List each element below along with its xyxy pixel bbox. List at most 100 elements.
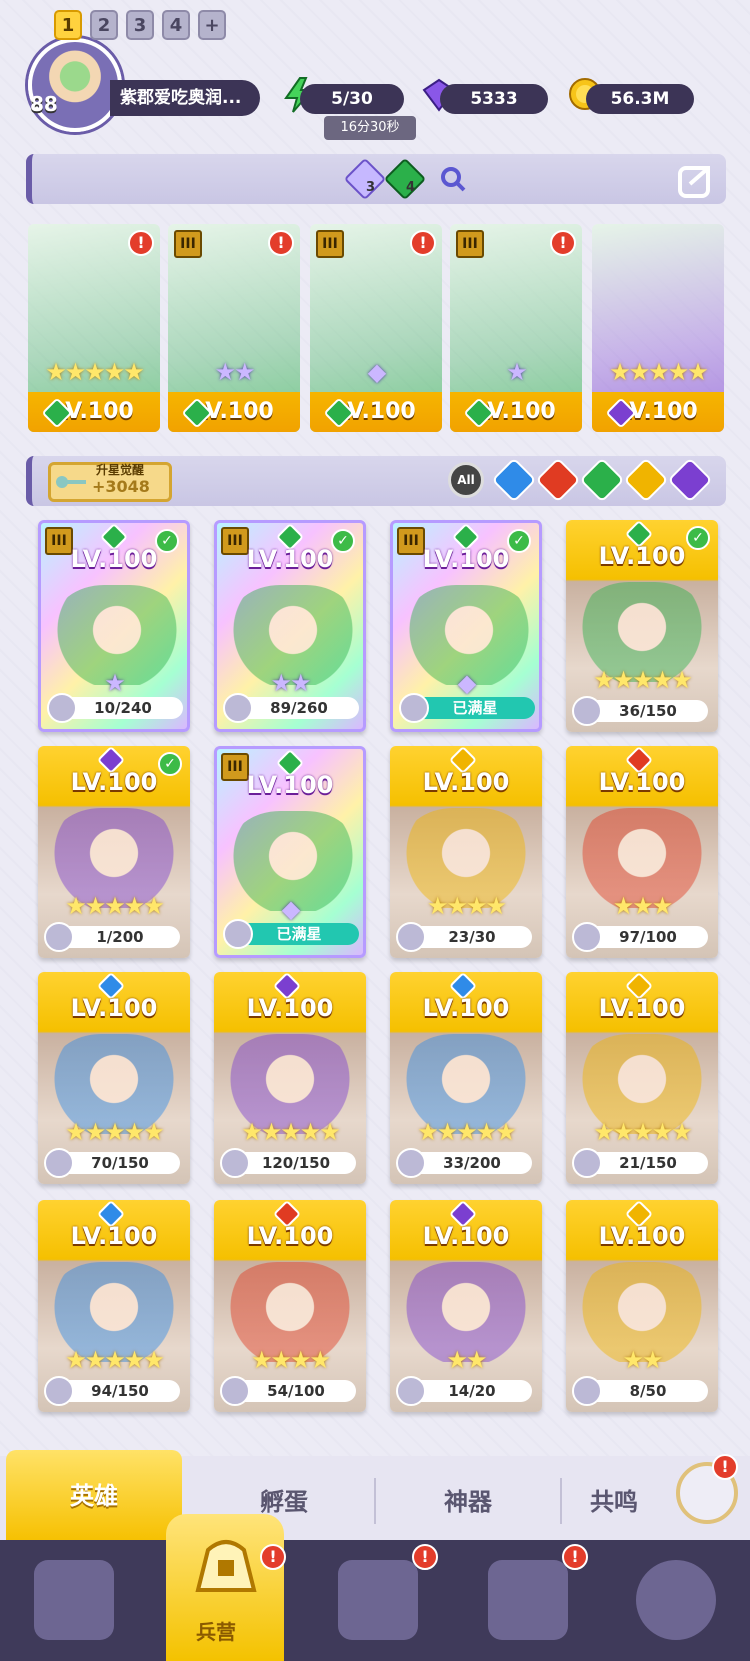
awaken-value: +3048 <box>92 477 150 496</box>
team-add-button[interactable]: + <box>198 10 226 40</box>
hero-card[interactable]: III ✓ LV.100 ★★ 89/260 <box>214 520 366 732</box>
hero-card[interactable]: LV.100 ★★★★★ 21/150 <box>566 972 718 1184</box>
hero-card[interactable]: III ✓ LV.100 ◆ 已满星 <box>390 520 542 732</box>
team-tab-1[interactable]: 1 <box>54 10 82 40</box>
shard-icon <box>572 1376 602 1406</box>
hero-shard-progress: 54/100 <box>220 1376 356 1406</box>
hero-card[interactable]: LV.100 ★★★★★ 94/150 <box>38 1200 190 1412</box>
hero-stars: ★★ <box>446 1346 487 1374</box>
hero-level: LV.100 <box>246 771 334 799</box>
gem-value: 5333 <box>440 84 548 114</box>
hero-progress-text: 10/240 <box>94 699 152 717</box>
hero-level: LV.100 <box>70 1222 158 1250</box>
team-hero-alert-badge: ! <box>550 230 576 256</box>
hero-progress-text: 36/150 <box>619 702 677 720</box>
hero-stars: ★★★★★ <box>593 1118 693 1146</box>
tab-artifacts[interactable]: 神器 <box>380 1456 556 1548</box>
shard-icon <box>220 1148 250 1178</box>
team-hero-stars: ★★★★★ <box>609 358 709 386</box>
temple-nav-icon[interactable] <box>488 1560 568 1640</box>
hero-shard-progress: 1/200 <box>44 922 180 952</box>
hero-progress-text: 89/260 <box>270 699 328 717</box>
hero-stars: ★★★★ <box>250 1346 331 1374</box>
tab-heroes[interactable]: 英雄 <box>6 1450 182 1542</box>
hero-level: LV.100 <box>70 768 158 796</box>
shard-icon <box>396 1148 426 1178</box>
player-avatar[interactable] <box>28 38 122 132</box>
filter-all-button[interactable]: All <box>448 462 484 498</box>
shard-icon <box>47 693 77 723</box>
awaken-label: 升星觉醒 <box>96 463 145 477</box>
hero-card[interactable]: LV.100 ★★★★★ 33/200 <box>390 972 542 1184</box>
hero-progress-text: 1/200 <box>96 928 144 946</box>
hero-shard-progress: 已满星 <box>399 693 535 723</box>
search-icon[interactable] <box>438 164 468 194</box>
temple-alert-badge: ! <box>562 1544 588 1570</box>
hero-shard-progress: 36/150 <box>572 696 708 726</box>
hero-stars: ★★★★★ <box>65 1346 165 1374</box>
hero-shard-progress: 89/260 <box>223 693 359 723</box>
map-nav-icon[interactable] <box>338 1560 418 1640</box>
team-hero-card[interactable]: ★★★★★ LV.100 <box>592 224 724 432</box>
hero-level: LV.100 <box>246 994 334 1022</box>
team-hero-card[interactable]: ★★★★★ LV.100 ! <box>28 224 160 432</box>
team-hero-alert-badge: ! <box>410 230 436 256</box>
hero-shard-progress: 70/150 <box>44 1148 180 1178</box>
hero-stars: ★★★★★ <box>65 1118 165 1146</box>
hero-card[interactable]: III ✓ LV.100 ★ 10/240 <box>38 520 190 732</box>
team-hero-stars: ★★ <box>214 358 255 386</box>
team-hero-card[interactable]: ★★ LV.100 III ! <box>168 224 300 432</box>
team-hero-stars: ◆ <box>367 358 386 386</box>
hero-card[interactable]: LV.100 ★★ 14/20 <box>390 1200 542 1412</box>
team-hero-stars: ★★★★★ <box>45 358 145 386</box>
hero-card[interactable]: ✓ LV.100 ★★★★★ 1/200 <box>38 746 190 958</box>
hero-card[interactable]: LV.100 ★★ 8/50 <box>566 1200 718 1412</box>
hero-shard-progress: 已满星 <box>223 919 359 949</box>
barracks-icon <box>195 1540 257 1592</box>
hero-shard-progress: 14/20 <box>396 1376 532 1406</box>
team-hero-card[interactable]: ◆ LV.100 III ! <box>310 224 442 432</box>
hero-level: LV.100 <box>422 1222 510 1250</box>
player-level: 88 <box>30 92 58 116</box>
hero-stars: ★★★★★ <box>593 666 693 694</box>
hero-shard-progress: 21/150 <box>572 1148 708 1178</box>
shard-icon <box>572 696 602 726</box>
shard-icon <box>399 693 429 723</box>
mushroom-nav-icon[interactable] <box>636 1560 716 1640</box>
team-hero-card[interactable]: ★ LV.100 III ! <box>450 224 582 432</box>
hero-stars: ★★★★★ <box>65 892 165 920</box>
player-name[interactable]: 紫郡爱吃奥润... <box>110 80 260 116</box>
team-tab-3[interactable]: 3 <box>126 10 154 40</box>
hero-level: LV.100 <box>246 545 334 573</box>
hero-card[interactable]: ✓ LV.100 ★★★★★ 36/150 <box>566 520 718 732</box>
team-tab-2[interactable]: 2 <box>90 10 118 40</box>
rank-badge-icon: III <box>174 230 202 258</box>
team-hero-stars: ★ <box>506 358 528 386</box>
hero-stars: ★★ <box>622 1346 663 1374</box>
shard-icon <box>396 922 426 952</box>
hero-progress-text: 33/200 <box>443 1154 501 1172</box>
hero-stars: ★★★★★ <box>241 1118 341 1146</box>
hero-card[interactable]: LV.100 ★★★ 97/100 <box>566 746 718 958</box>
hero-shard-progress: 10/240 <box>47 693 183 723</box>
key-icon <box>56 476 86 488</box>
rank-badge-icon: III <box>456 230 484 258</box>
hero-card[interactable]: LV.100 ★★★★★ 120/150 <box>214 972 366 1184</box>
hero-progress-text: 70/150 <box>91 1154 149 1172</box>
hero-level: LV.100 <box>70 545 158 573</box>
hero-level: LV.100 <box>422 994 510 1022</box>
purple-count: 3 <box>366 180 376 195</box>
hero-progress-text: 8/50 <box>629 1382 667 1400</box>
hero-card[interactable]: LV.100 ★★★★ 23/30 <box>390 746 542 958</box>
team-tab-4[interactable]: 4 <box>162 10 190 40</box>
floating-alert-badge: ! <box>712 1454 738 1480</box>
hero-level: LV.100 <box>422 768 510 796</box>
cards-nav-icon[interactable] <box>34 1560 114 1640</box>
hero-level: LV.100 <box>422 545 510 573</box>
share-icon[interactable] <box>676 158 718 200</box>
barracks-alert-badge: ! <box>260 1544 286 1570</box>
shard-icon <box>223 693 253 723</box>
hero-card[interactable]: LV.100 ★★★★★ 70/150 <box>38 972 190 1184</box>
hero-card[interactable]: III LV.100 ◆ 已满星 <box>214 746 366 958</box>
hero-card[interactable]: LV.100 ★★★★ 54/100 <box>214 1200 366 1412</box>
